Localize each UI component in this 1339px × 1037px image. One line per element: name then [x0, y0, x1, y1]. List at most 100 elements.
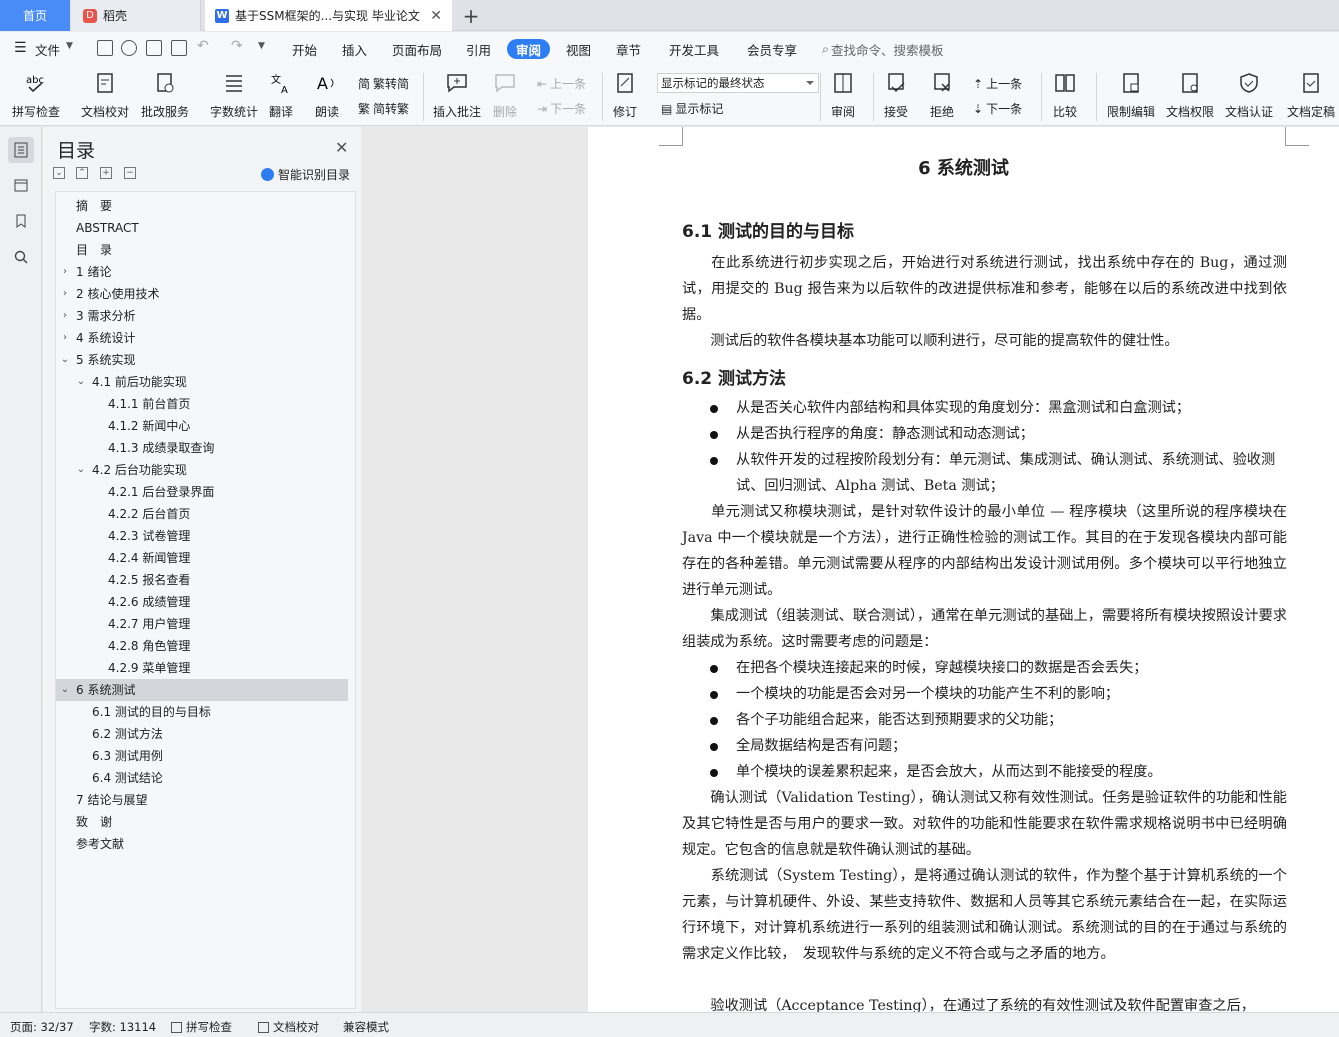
- toc-item[interactable]: 4.1.3 成绩录取查询: [56, 437, 348, 459]
- toc-item[interactable]: 4.2.4 新闻管理: [56, 547, 348, 569]
- finalize-button[interactable]: 文档定稿: [1287, 69, 1335, 120]
- tab-section[interactable]: 章节: [616, 39, 641, 59]
- add-heading-icon[interactable]: +: [100, 167, 112, 179]
- tab-document[interactable]: W 基于SSM框架的...与实现 毕业论文 ✕: [205, 0, 452, 31]
- chevron-down-icon[interactable]: ⌄: [60, 349, 70, 371]
- document-certify-button[interactable]: 文档认证: [1225, 69, 1273, 120]
- toc-item[interactable]: 4.2.3 试卷管理: [56, 525, 348, 547]
- document-permission-button[interactable]: 文档权限: [1166, 69, 1214, 120]
- toc-item[interactable]: › 4 系统设计: [56, 327, 348, 349]
- accept-button[interactable]: 接受: [883, 69, 909, 120]
- expand-up-icon[interactable]: ⌃: [76, 167, 88, 179]
- toc-item[interactable]: 6.4 测试结论: [56, 767, 348, 789]
- tab-references[interactable]: 引用: [466, 39, 491, 59]
- tab-docer[interactable]: D 稻壳: [71, 0, 201, 31]
- translate-button[interactable]: 文A 翻译: [268, 69, 294, 120]
- tab-review[interactable]: 审阅: [507, 39, 551, 59]
- outline-icon[interactable]: [8, 137, 34, 163]
- chapter-nav-icon[interactable]: [8, 172, 34, 198]
- close-icon[interactable]: ✕: [430, 8, 442, 24]
- toc-item[interactable]: 参考文献: [56, 833, 348, 855]
- toc-item[interactable]: 7 结论与展望: [56, 789, 348, 811]
- page-indicator[interactable]: 页面: 32/37: [10, 1019, 74, 1035]
- file-menu[interactable]: 文件: [35, 40, 60, 59]
- command-search[interactable]: ⌕ 查找命令、搜索模板: [822, 39, 944, 59]
- toc-item[interactable]: ABSTRACT: [56, 217, 348, 239]
- collapse-all-icon[interactable]: ⌄: [53, 167, 65, 179]
- toc-item[interactable]: 4.2.7 用户管理: [56, 613, 348, 635]
- toc-item[interactable]: 4.2.8 角色管理: [56, 635, 348, 657]
- toc-item[interactable]: 4.2.5 报名查看: [56, 569, 348, 591]
- print-preview-icon[interactable]: [171, 40, 187, 56]
- chevron-down-icon[interactable]: ⌄: [76, 459, 86, 481]
- tab-layout[interactable]: 页面布局: [392, 39, 442, 59]
- next-comment-button[interactable]: ⇥ 下一条: [537, 100, 586, 117]
- search-icon[interactable]: [8, 244, 34, 270]
- chevron-right-icon[interactable]: ›: [60, 261, 70, 283]
- toc-item[interactable]: 目 录: [56, 239, 348, 261]
- toc-item[interactable]: 4.2.2 后台首页: [56, 503, 348, 525]
- bookmark-icon[interactable]: [8, 208, 34, 234]
- tab-insert[interactable]: 插入: [342, 39, 367, 59]
- tab-member[interactable]: 会员专享: [747, 39, 797, 59]
- status-spell-check[interactable]: 拼写检查: [171, 1019, 232, 1035]
- toc-item[interactable]: 4.2.1 后台登录界面: [56, 481, 348, 503]
- previous-change-button[interactable]: ⇡ 上一条: [973, 75, 1022, 92]
- chevron-right-icon[interactable]: ›: [60, 327, 70, 349]
- document-page[interactable]: 6 系统测试 6.1 测试的目的与目标 在此系统进行初步实现之后，开始进行对系统…: [588, 127, 1339, 1012]
- toc-item[interactable]: 4.1.2 新闻中心: [56, 415, 348, 437]
- toc-item[interactable]: 摘 要: [56, 195, 348, 217]
- show-markup-button[interactable]: ▤ 显示标记: [661, 100, 723, 117]
- word-count-button[interactable]: 字数统计: [210, 69, 258, 120]
- markup-mode-select[interactable]: 显示标记的最终状态: [657, 73, 819, 93]
- toc-item[interactable]: 6.1 测试的目的与目标: [56, 701, 348, 723]
- reject-button[interactable]: 拒绝: [929, 69, 955, 120]
- tab-view[interactable]: 视图: [566, 39, 591, 59]
- redo-icon[interactable]: ↷: [231, 38, 243, 54]
- chevron-down-icon[interactable]: ⌄: [60, 679, 70, 701]
- review-pane-button[interactable]: 审阅: [830, 69, 856, 120]
- toc-item[interactable]: 4.2.6 成绩管理: [56, 591, 348, 613]
- chevron-right-icon[interactable]: ›: [60, 305, 70, 327]
- delete-comment-button[interactable]: 删除: [492, 69, 518, 120]
- undo-icon[interactable]: ↶: [197, 38, 209, 54]
- print-icon[interactable]: [146, 40, 162, 56]
- insert-comment-button[interactable]: 插入批注: [433, 69, 481, 120]
- status-proofread[interactable]: 文档校对: [258, 1019, 319, 1035]
- previous-comment-button[interactable]: ⇤ 上一条: [537, 75, 586, 92]
- save-icon[interactable]: [97, 40, 113, 56]
- track-changes-button[interactable]: 修订: [612, 69, 638, 120]
- trad-to-simp-button[interactable]: 简繁转简: [358, 75, 409, 92]
- toc-item[interactable]: 致 谢: [56, 811, 348, 833]
- more-icon[interactable]: ▼: [258, 41, 265, 51]
- toc-item[interactable]: › 1 绪论: [56, 261, 348, 283]
- compare-button[interactable]: 比较: [1052, 69, 1078, 120]
- tab-developer[interactable]: 开发工具: [669, 39, 719, 59]
- simp-to-trad-button[interactable]: 繁简转繁: [358, 100, 409, 117]
- toc-item[interactable]: ⌄ 5 系统实现: [56, 349, 348, 371]
- hamburger-icon[interactable]: ☰: [14, 40, 27, 56]
- toc-item[interactable]: ⌄ 4.1 前后功能实现: [56, 371, 348, 393]
- toc-item[interactable]: 6.2 测试方法: [56, 723, 348, 745]
- read-aloud-button[interactable]: A 朗读: [314, 69, 340, 120]
- toc-item[interactable]: 6.3 测试用例: [56, 745, 348, 767]
- format-painter-icon[interactable]: [121, 40, 137, 56]
- restrict-editing-button[interactable]: 限制编辑: [1107, 69, 1155, 120]
- close-icon[interactable]: ✕: [335, 138, 348, 157]
- toc-item[interactable]: ⌄ 4.2 后台功能实现: [56, 459, 348, 481]
- remove-heading-icon[interactable]: −: [124, 167, 136, 179]
- word-count-indicator[interactable]: 字数: 13114: [89, 1019, 156, 1035]
- proofread-button[interactable]: 文档校对: [81, 69, 129, 120]
- spell-check-button[interactable]: abc 拼写检查: [12, 69, 60, 120]
- smart-toc-button[interactable]: 智能识别目录: [261, 166, 350, 183]
- toc-item[interactable]: 4.1.1 前台首页: [56, 393, 348, 415]
- chevron-right-icon[interactable]: ›: [60, 283, 70, 305]
- toc-item[interactable]: › 3 需求分析: [56, 305, 348, 327]
- toc-item[interactable]: › 2 核心使用技术: [56, 283, 348, 305]
- toc-item[interactable]: ⌄ 6 系统测试: [56, 679, 348, 701]
- tab-home[interactable]: 首页: [0, 0, 70, 31]
- next-change-button[interactable]: ⇣ 下一条: [973, 100, 1022, 117]
- chevron-down-icon[interactable]: ⌄: [76, 371, 86, 393]
- batch-service-button[interactable]: 批改服务: [141, 69, 189, 120]
- new-tab-button[interactable]: +: [458, 0, 484, 31]
